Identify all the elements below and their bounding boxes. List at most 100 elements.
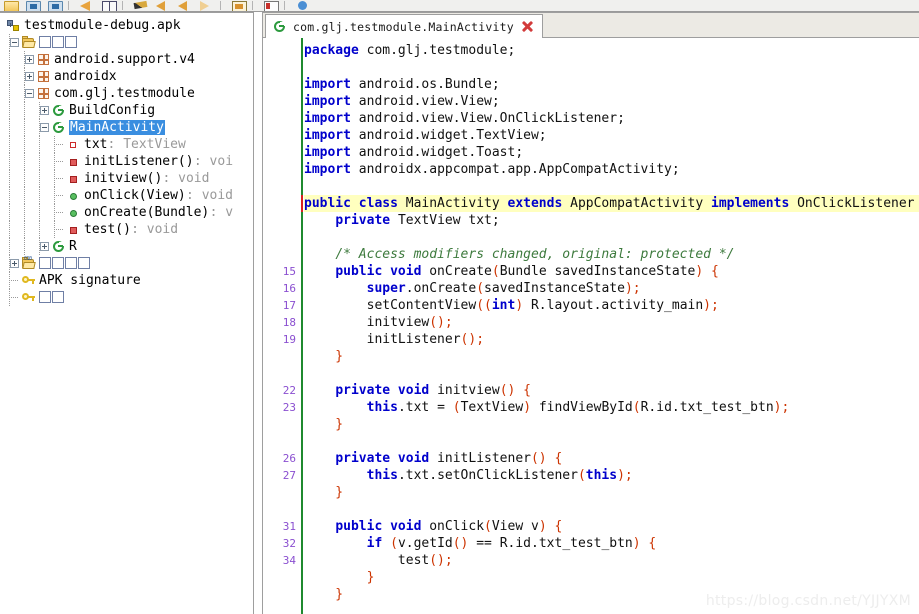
code-line[interactable]: super.onCreate(savedInstanceState);: [304, 280, 641, 297]
code-line[interactable]: [304, 603, 312, 614]
code-line[interactable]: }: [304, 416, 343, 433]
tree-node-label: R: [69, 239, 77, 254]
tree-node-icon: [67, 206, 80, 219]
apk-structure-tree-panel[interactable]: testmodule-debug.apk android.support.v4 an…: [0, 12, 254, 614]
code-line[interactable]: /* Access modifiers changed, original: p…: [304, 246, 734, 263]
code-line[interactable]: }: [304, 348, 343, 365]
code-line[interactable]: test();: [304, 552, 453, 569]
code-line[interactable]: import android.os.Bundle;: [304, 76, 500, 93]
tree-node-class-r[interactable]: R: [0, 238, 252, 255]
tree-node-icon: [67, 138, 80, 151]
tree-node-label: [39, 35, 78, 50]
code-token: import: [304, 94, 359, 109]
save-all-icon[interactable]: [44, 0, 66, 11]
code-line[interactable]: [304, 365, 312, 382]
public-method-icon: [67, 206, 80, 219]
code-line[interactable]: }: [304, 586, 343, 603]
code-line[interactable]: if (v.getId() == R.id.txt_test_btn) {: [304, 535, 657, 552]
code-line[interactable]: private void initListener() {: [304, 450, 562, 467]
code-token: android.view.View.OnClickListener;: [358, 111, 625, 126]
tree-toggle-class-mainactivity[interactable]: [40, 123, 49, 132]
tree-toggle-class-r[interactable]: [40, 242, 49, 251]
code-line[interactable]: import android.view.View.OnClickListener…: [304, 110, 625, 127]
tree-node-m-test[interactable]: test() : void: [0, 221, 252, 238]
tree-node-m-initview[interactable]: initview() : void: [0, 170, 252, 187]
code-line[interactable]: import android.widget.TextView;: [304, 127, 547, 144]
save-icon[interactable]: [22, 0, 44, 11]
code-token: (: [577, 468, 586, 483]
tree-toggle-pkg-testmodule[interactable]: [25, 89, 34, 98]
tree-node-field-txt[interactable]: txt : TextView: [0, 136, 252, 153]
code-token: int: [491, 298, 516, 313]
tree-toggle-resources-folder[interactable]: [10, 259, 19, 268]
step-forward-icon[interactable]: [152, 0, 174, 11]
code-line[interactable]: this.txt = (TextView) findViewById(R.id.…: [304, 399, 790, 416]
code-line[interactable]: initview();: [304, 314, 453, 331]
tree-toggle-pkg-androidx[interactable]: [25, 72, 34, 81]
tree-node-icon: [37, 87, 50, 100]
code-token: this: [366, 468, 398, 483]
class-icon: [273, 20, 286, 33]
code-line[interactable]: this.txt.setOnClickListener(this);: [304, 467, 633, 484]
step-next-icon[interactable]: [196, 0, 218, 11]
tree-node-apk-root[interactable]: testmodule-debug.apk: [0, 17, 252, 34]
image-export-icon[interactable]: [228, 0, 250, 11]
tree-guide-line: [9, 119, 11, 136]
code-line[interactable]: [304, 59, 312, 76]
tree-node-signature-detail[interactable]: [0, 289, 252, 306]
tree-node-icon: [52, 121, 65, 134]
tree-node-m-initlistener[interactable]: initListener() : voi: [0, 153, 252, 170]
code-line[interactable]: [304, 229, 312, 246]
tree-node-label: com.glj.testmodule: [54, 86, 195, 101]
tree-node-m-oncreate[interactable]: onCreate(Bundle) : v: [0, 204, 252, 221]
book-icon[interactable]: [98, 0, 120, 11]
code-line[interactable]: import androidx.appcompat.app.AppCompatA…: [304, 161, 680, 178]
tree-elbow: [9, 297, 18, 299]
tree-toggle-sources-folder[interactable]: [10, 38, 19, 47]
tree-node-sources-folder[interactable]: [0, 34, 252, 51]
globe-icon[interactable]: [292, 0, 314, 11]
code-line[interactable]: import android.widget.Toast;: [304, 144, 523, 161]
note-icon[interactable]: [260, 0, 282, 11]
code-line[interactable]: [304, 433, 312, 450]
code-line[interactable]: import android.view.View;: [304, 93, 500, 110]
missing-glyph-box: [52, 257, 64, 269]
code-line[interactable]: package com.glj.testmodule;: [304, 42, 515, 59]
tree-node-class-buildconfig[interactable]: BuildConfig: [0, 102, 252, 119]
back-arrow-icon[interactable]: [76, 0, 98, 11]
tree-guide-line: [9, 102, 11, 119]
tree-toggle-class-buildconfig[interactable]: [40, 106, 49, 115]
tree-node-icon: [37, 70, 50, 83]
close-icon[interactable]: [521, 20, 534, 33]
code-token: initview: [437, 383, 500, 398]
code-line[interactable]: }: [304, 569, 375, 586]
code-line[interactable]: }: [304, 484, 343, 501]
code-line[interactable]: [304, 501, 312, 518]
tree-node-pkg-testmodule[interactable]: com.glj.testmodule: [0, 85, 252, 102]
tab-mainactivity[interactable]: com.glj.testmodule.MainActivity: [265, 14, 543, 39]
code-line[interactable]: private TextView txt;: [304, 212, 499, 229]
code-line[interactable]: [304, 178, 312, 195]
step-back-icon[interactable]: [174, 0, 196, 11]
tree-node-icon: [22, 36, 36, 49]
tree-node-m-onclick[interactable]: onClick(View) : void: [0, 187, 252, 204]
tree-node-class-mainactivity[interactable]: MainActivity: [0, 119, 252, 136]
code-line[interactable]: public class MainActivity extends AppCom…: [301, 195, 919, 212]
edit-pen-icon[interactable]: [130, 0, 152, 11]
separator-4: [252, 1, 258, 10]
code-line[interactable]: public void onCreate(Bundle savedInstanc…: [304, 263, 719, 280]
code-line[interactable]: setContentView((int) R.layout.activity_m…: [304, 297, 719, 314]
tree-node-pkg-support-v4[interactable]: android.support.v4: [0, 51, 252, 68]
tree-node-resources-folder[interactable]: 010: [0, 255, 252, 272]
tree-node-apk-signature[interactable]: APK signature: [0, 272, 252, 289]
code-line[interactable]: public void onClick(View v) {: [304, 518, 562, 535]
code-line[interactable]: initListener();: [304, 331, 484, 348]
code-area[interactable]: 1516171819222326273132343940 package com…: [262, 38, 919, 614]
tree-toggle-pkg-support-v4[interactable]: [25, 55, 34, 64]
code-line[interactable]: private void initview() {: [304, 382, 531, 399]
open-folder-icon[interactable]: [0, 0, 22, 11]
tree-node-pkg-androidx[interactable]: androidx: [0, 68, 252, 85]
editor-tabstrip[interactable]: com.glj.testmodule.MainActivity: [262, 12, 919, 39]
